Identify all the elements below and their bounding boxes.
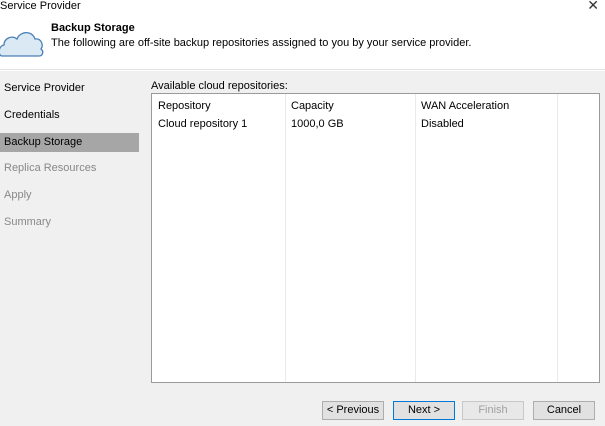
wizard-footer: < Previous Next > Finish Cancel — [0, 393, 605, 426]
nav-item-apply[interactable]: Apply — [0, 186, 139, 205]
nav-item-label: Apply — [4, 189, 32, 201]
previous-button[interactable]: < Previous — [322, 401, 384, 420]
repositories-list[interactable]: Repository Capacity WAN Acceleration Clo… — [151, 93, 600, 383]
cell-capacity: 1000,0 GB — [291, 118, 344, 130]
step-header: Backup Storage The following are off-sit… — [0, 18, 605, 70]
nav-item-summary[interactable]: Summary — [0, 213, 139, 232]
nav-item-replica-resources[interactable]: Replica Resources — [0, 159, 139, 178]
column-divider — [415, 94, 416, 382]
nav-item-service-provider[interactable]: Service Provider — [0, 79, 139, 98]
nav-item-credentials[interactable]: Credentials — [0, 106, 139, 125]
column-divider — [557, 94, 558, 382]
nav-item-label: Replica Resources — [4, 162, 97, 174]
cell-repository: Cloud repository 1 — [158, 118, 248, 130]
column-divider — [285, 94, 286, 382]
cell-wan-acceleration: Disabled — [421, 118, 464, 130]
cloud-icon — [0, 31, 44, 57]
nav-item-label: Credentials — [4, 109, 60, 121]
next-button[interactable]: Next > — [393, 401, 455, 420]
step-description: The following are off-site backup reposi… — [51, 37, 472, 49]
nav-item-backup-storage[interactable]: Backup Storage — [0, 133, 139, 152]
nav-item-label: Backup Storage — [4, 136, 83, 148]
list-label: Available cloud repositories: — [151, 80, 288, 92]
main-panel: Available cloud repositories: Repository… — [145, 71, 605, 393]
nav-item-label: Service Provider — [4, 82, 85, 94]
nav-item-label: Summary — [4, 216, 52, 228]
close-icon[interactable]: ✕ — [587, 0, 599, 12]
window-title: Service Provider — [0, 0, 81, 12]
step-title: Backup Storage — [51, 22, 135, 34]
cancel-button[interactable]: Cancel — [533, 401, 595, 420]
wizard-steps-nav: Service Provider Credentials Backup Stor… — [0, 71, 145, 393]
title-bar: Service Provider ✕ — [0, 0, 605, 18]
column-header-capacity[interactable]: Capacity — [291, 100, 334, 112]
column-header-wan-acceleration[interactable]: WAN Acceleration — [421, 100, 509, 112]
column-header-repository[interactable]: Repository — [158, 100, 211, 112]
finish-button[interactable]: Finish — [462, 401, 524, 420]
service-provider-wizard: Service Provider ✕ Backup Storage The fo… — [0, 0, 605, 426]
